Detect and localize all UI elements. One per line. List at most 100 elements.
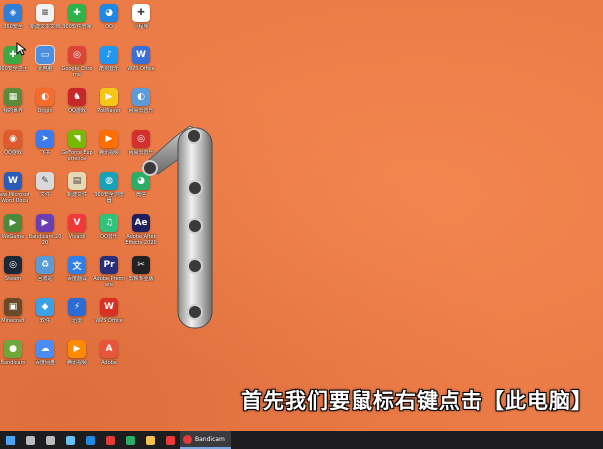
desktop-icon[interactable]: ◈ 360安全 <box>0 1 29 42</box>
video-subtitle: 首先我们要鼠标右键点击【此电脑】 <box>241 389 593 413</box>
app-icon: ⚡ <box>68 298 86 316</box>
app-icon: ◐ <box>132 88 150 106</box>
desktop: ◈ 360安全 ✚ 360安全卫士 ▦ 我的世界 ◉ QQ游戏 W New Microsoft W… <box>0 0 603 431</box>
desktop-icon[interactable]: ✚ 小程序 <box>125 1 157 42</box>
app-icon: A <box>100 340 118 358</box>
vivaldi-icon[interactable] <box>160 431 180 449</box>
desktop-icon[interactable]: ▤ 新建文件 <box>61 169 93 210</box>
app-icon: ◐ <box>36 88 54 106</box>
desktop-icon-label: WPS Office <box>127 66 155 72</box>
desktop-icon[interactable]: ▶ 腾讯视频 <box>61 337 93 378</box>
desktop-icon[interactable]: V Vivaldi <box>61 211 93 252</box>
desktop-icon[interactable]: W WPS Office <box>93 295 125 336</box>
desktop-icon[interactable]: ▶ Bandicam 2020 <box>29 211 61 252</box>
desktop-icon-label: QQ <box>105 24 113 30</box>
desktop-icon[interactable]: ▦ 我的世界 <box>0 85 29 126</box>
bandicam-icon <box>183 434 192 444</box>
desktop-icon[interactable]: ● Bandicam <box>0 337 29 378</box>
search-icon[interactable] <box>20 431 40 449</box>
task-view-icon-glyph <box>45 435 55 445</box>
desktop-icon-label: Vivaldi <box>68 234 86 240</box>
folder-icon[interactable] <box>140 431 160 449</box>
desktop-icon[interactable]: ◎ Steam <box>0 253 29 294</box>
desktop-icon-label: 回收站 <box>37 276 53 282</box>
qq-icon[interactable] <box>80 431 100 449</box>
desktop-icon[interactable]: ♞ QQ游戏 <box>61 85 93 126</box>
desktop-icon[interactable]: ◆ 软件 <box>29 295 61 336</box>
desktop-icon[interactable]: ✚ 360软件管家 <box>61 1 93 42</box>
desktop-icon-label: GeForce Experience <box>61 150 93 162</box>
taskbar-app-bandicam[interactable]: Bandicam <box>180 431 231 449</box>
desktop-icon[interactable]: ◐ Origin <box>29 85 61 126</box>
desktop-icon-label: 360安全 <box>3 24 23 30</box>
desktop-icon[interactable]: ◎ Google Chrome <box>61 43 93 84</box>
desktop-icon-label: 此电脑 <box>37 66 53 72</box>
desktop-icon-label: PotPlayer <box>97 108 121 114</box>
windows-start-icon[interactable] <box>0 431 20 449</box>
app-icon: ▶ <box>100 88 118 106</box>
desktop-icon-label: New Microsoft Word Document <box>0 192 30 204</box>
desktop-icon[interactable]: 文百度翻译 <box>61 253 93 294</box>
app-icon: ♪ <box>100 46 118 64</box>
desktop-icon[interactable]: ▶ 腾讯视频 <box>93 127 125 168</box>
desktop-icon-label: Adobe Premiere <box>93 276 125 288</box>
app-icon: ▭ <box>35 45 55 65</box>
steam-icon[interactable] <box>60 431 80 449</box>
desktop-icon[interactable]: ⚡ 迅雷 <box>61 295 93 336</box>
app-icon: ➤ <box>36 130 54 148</box>
app-icon: ▶ <box>68 340 86 358</box>
qq-icon-glyph <box>85 435 95 445</box>
desktop-icon[interactable]: ♪ 酷狗音乐 <box>93 43 125 84</box>
netease-music-icon[interactable] <box>100 431 120 449</box>
app-icon: ◉ <box>4 130 22 148</box>
desktop-icon-label: 360安全卫士 <box>0 66 28 72</box>
app-icon: ♻ <box>36 256 54 274</box>
desktop-icon-label: QQ游戏 <box>68 108 86 114</box>
desktop-icon[interactable]: ◍ 360安全浏览器 <box>93 169 125 210</box>
app-icon: ✎ <box>36 172 54 190</box>
app-icon: W <box>132 46 150 64</box>
desktop-icon[interactable]: W New Microsoft Word Document <box>0 169 30 210</box>
folder-icon-glyph <box>145 435 155 445</box>
desktop-icon[interactable]: ▶ PotPlayer <box>93 85 125 126</box>
app-icon: ♞ <box>68 88 86 106</box>
desktop-icon-label: QQ游戏 <box>4 150 22 156</box>
bike-chain-number-one-image <box>141 125 213 329</box>
desktop-icon[interactable]: ≡ 新建文本文档 <box>29 1 61 42</box>
taskbar-app-label: Bandicam <box>195 435 225 443</box>
app-icon: W <box>100 298 118 316</box>
desktop-icon-label: Minecraft <box>1 318 25 324</box>
desktop-icon[interactable]: ◕ QQ <box>93 1 125 42</box>
desktop-icon[interactable]: ☁ 百度网盘 <box>29 337 61 378</box>
desktop-icon-label: 360安全浏览器 <box>94 192 124 204</box>
task-view-icon[interactable] <box>40 431 60 449</box>
app-icon: ◥ <box>68 130 86 148</box>
desktop-icon[interactable]: A Adobe <box>93 337 125 378</box>
desktop-icon[interactable]: ♫ QQ音乐 <box>93 211 125 252</box>
desktop-icon-label: 酷狗音乐 <box>98 66 119 72</box>
desktop-icon[interactable]: ▣ Minecraft <box>0 295 29 336</box>
vivaldi-icon-glyph <box>165 435 175 445</box>
desktop-icon-label: 我的世界 <box>2 108 23 114</box>
app-icon: ☁ <box>36 340 54 358</box>
desktop-icon[interactable]: ▶ WeGame <box>0 211 29 252</box>
windows-start-icon-glyph <box>5 435 15 445</box>
desktop-icon-label: 百度翻译 <box>66 276 87 282</box>
app-icon: ✚ <box>68 4 86 22</box>
desktop-icon[interactable]: ➤ 飞书 <box>29 127 61 168</box>
app-icon: V <box>68 214 86 232</box>
desktop-icon-label: 腾讯视频 <box>98 150 119 156</box>
desktop-icon-label: 360软件管家 <box>62 24 92 30</box>
desktop-icon[interactable]: ◉ QQ游戏 <box>0 127 29 168</box>
desktop-icon[interactable]: W WPS Office <box>125 43 157 84</box>
desktop-icon[interactable]: Pr Adobe Premiere <box>93 253 125 294</box>
desktop-icon-label: Origin <box>37 108 53 114</box>
desktop-icon[interactable]: ▭ 此电脑 <box>29 43 61 84</box>
app-icon: ◕ <box>100 4 118 22</box>
wechat-icon[interactable] <box>120 431 140 449</box>
desktop-icon[interactable]: ✎ 文件 <box>29 169 61 210</box>
desktop-icon[interactable]: ♻ 回收站 <box>29 253 61 294</box>
desktop-icon-label: 新建文本文档 <box>29 24 60 30</box>
desktop-icon-label: Steam <box>4 276 22 282</box>
desktop-icon[interactable]: ◥ GeForce Experience <box>61 127 93 168</box>
